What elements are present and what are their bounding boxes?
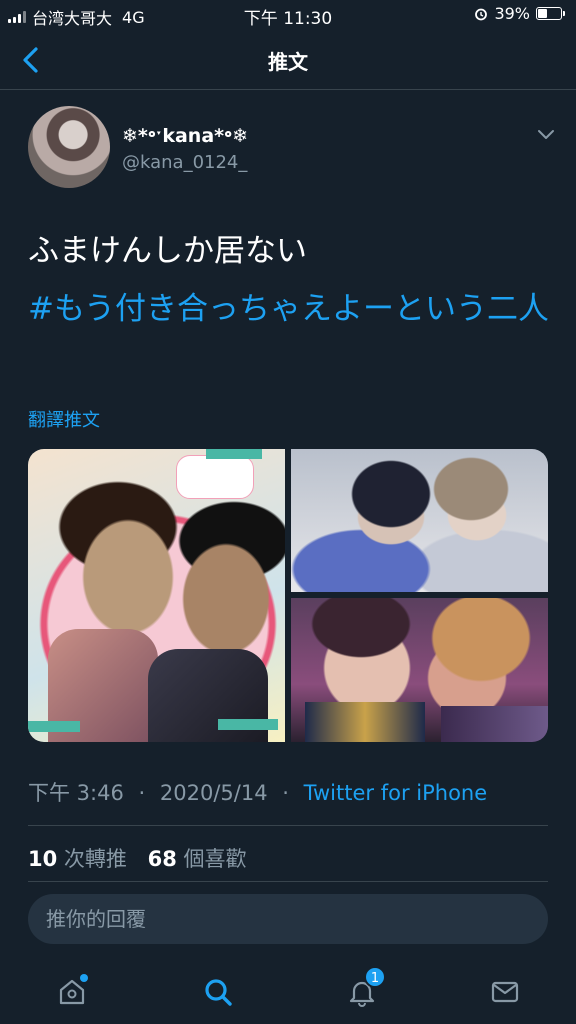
tweet-time: 下午 3:46 [28,781,124,805]
photo-2[interactable] [291,449,548,592]
media-grid [28,449,548,742]
photo-3[interactable] [291,598,548,742]
divider [28,881,548,882]
photo-1-tag [28,721,80,732]
page-title: 推文 [268,50,308,74]
tab-bar: 1 [0,960,576,1024]
photo-1[interactable] [28,449,285,742]
chevron-down-icon [538,130,554,139]
tweet-meta: 下午 3:46 · 2020/5/14 · Twitter for iPhone [28,777,487,807]
tweet-text-line: ふまけんしか居ない [28,233,307,269]
divider [28,825,548,826]
nav-bar: 推文 [0,30,576,90]
tab-home[interactable] [48,970,96,1014]
photo-1-speech-bubble [176,455,254,499]
username[interactable]: @kana_0124_ [122,152,247,173]
likes-count: 68 [147,847,177,871]
photo-1-tag [206,449,262,459]
retweets-label: 次轉推 [63,847,127,871]
tweet-date: 2020/5/14 [159,781,268,805]
search-icon [205,979,232,1006]
alarm-icon [475,8,488,20]
retweets-count: 10 [28,847,58,871]
tab-search[interactable] [194,970,242,1014]
tweet-header: ❄*॰ˑkana*॰❄ @kana_0124_ [28,106,558,188]
separator: · [138,781,146,805]
battery-icon [536,7,565,20]
photo-3-costume-right [441,706,548,742]
source-link[interactable]: Twitter for iPhone [304,781,488,805]
tweet-stats: 10 次轉推 68 個喜歡 [28,843,247,873]
reply-input[interactable] [28,894,548,944]
translate-link[interactable]: 翻譯推文 [28,406,100,432]
tab-notifications[interactable]: 1 [338,966,386,1014]
tab-messages[interactable] [481,970,529,1014]
hashtag-link[interactable]: #もう付き合っちゃえよーという二人 [28,280,558,338]
tweet-options-button[interactable] [534,124,558,144]
avatar[interactable] [28,106,110,188]
status-bar: 台湾大哥大 4G 下午 11:30 39% [0,0,576,30]
status-right: 39% [474,4,565,23]
likes-stat[interactable]: 68 個喜歡 [148,847,247,871]
notification-dot [80,974,88,982]
retweets-stat[interactable]: 10 次轉推 [28,847,127,871]
photo-1-tag [218,719,278,730]
separator: · [282,781,289,805]
likes-label: 個喜歡 [183,847,247,871]
notification-badge: 1 [364,966,386,988]
display-name[interactable]: ❄*॰ˑkana*॰❄ [122,122,248,148]
mail-icon [491,981,519,1003]
tweet-text: ふまけんしか居ない #もう付き合っちゃえよーという二人 [28,222,558,338]
photo-3-costume-left [305,702,425,742]
battery-percent: 39% [494,4,530,23]
